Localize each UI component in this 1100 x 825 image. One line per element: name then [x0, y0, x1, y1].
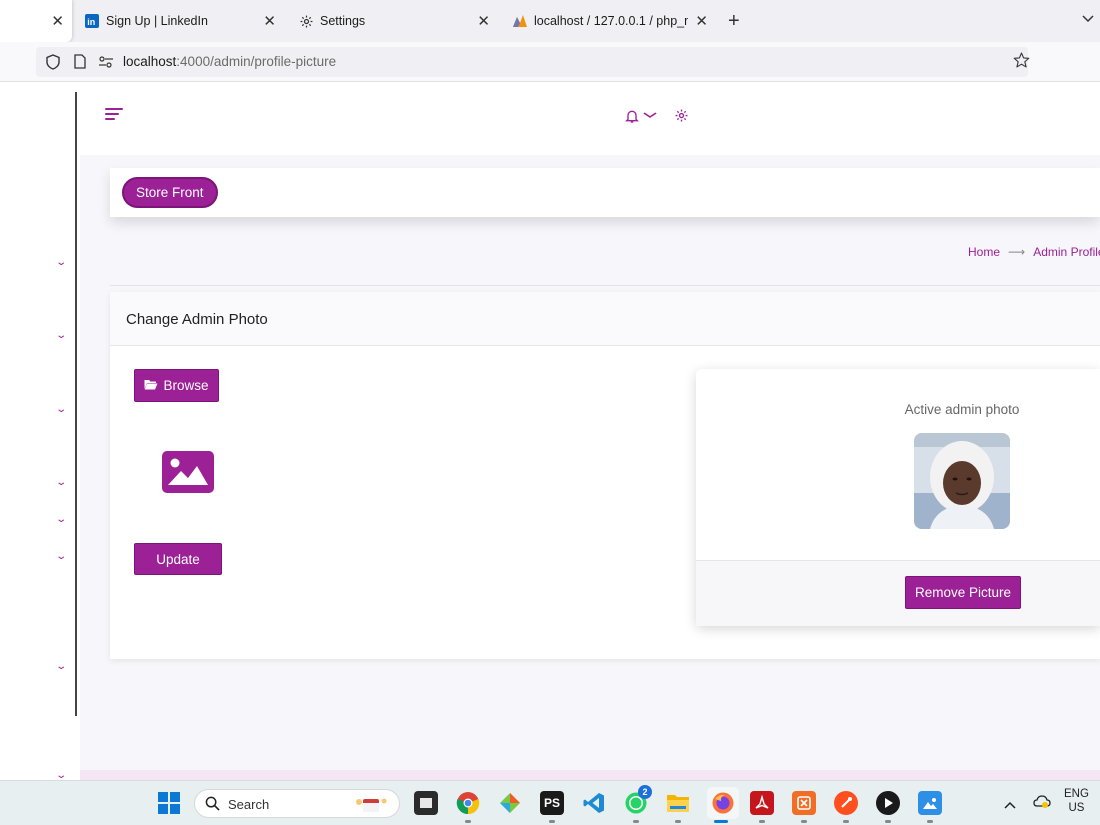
tab-close-icon[interactable]: ✕ — [51, 12, 64, 30]
new-tab-icon[interactable]: + — [728, 10, 740, 33]
file-explorer-icon[interactable] — [666, 791, 690, 815]
active-photo-panel: Active admin photo Remove Picture — [696, 369, 1100, 626]
task-view-icon[interactable] — [414, 791, 438, 815]
store-front-button[interactable]: Store Front — [122, 177, 218, 208]
breadcrumb-current[interactable]: Admin Profile — [1033, 245, 1100, 259]
calendar-widget-icon — [355, 796, 389, 819]
whatsapp-badge: 2 — [638, 785, 652, 799]
url-text[interactable]: localhost:4000/admin/profile-picture — [123, 54, 336, 69]
sidebar-chevron-down-icon[interactable]: ⌄ — [55, 404, 67, 415]
bell-icon[interactable] — [624, 108, 640, 129]
url-bar[interactable]: localhost:4000/admin/profile-picture — [36, 47, 1028, 77]
sidebar-chevron-down-icon[interactable]: ⌄ — [55, 257, 67, 268]
vscode-icon[interactable] — [582, 791, 606, 815]
change-photo-card: Change Admin Photo Browse Update Active … — [110, 292, 1100, 659]
gear-icon — [298, 13, 314, 29]
running-indicator — [549, 820, 555, 823]
browser-tab-bar: ✕ in Sign Up | LinkedIn ✕ Settings ✕ loc… — [0, 0, 1100, 42]
running-indicator — [675, 820, 681, 823]
tab-phpmyadmin[interactable]: localhost / 127.0.0.1 / php_mvc ✕ — [512, 0, 714, 42]
photos-icon[interactable] — [918, 791, 942, 815]
browse-button[interactable]: Browse — [134, 369, 219, 402]
tab-title: Settings — [320, 14, 366, 28]
tab-linkedin[interactable]: in Sign Up | LinkedIn ✕ — [84, 0, 284, 42]
card-title: Change Admin Photo — [126, 311, 268, 328]
divider — [110, 285, 1100, 286]
media-player-icon[interactable] — [876, 791, 900, 815]
phpstorm-icon[interactable]: PS — [540, 791, 564, 815]
browse-button-label: Browse — [163, 378, 209, 393]
region-code: US — [1068, 802, 1085, 814]
taskbar: Search PS 2 ENG US — [0, 780, 1100, 825]
sidebar-chevron-down-icon[interactable]: ⌄ — [55, 330, 67, 341]
search-icon — [205, 796, 220, 816]
tab-close-icon[interactable]: ✕ — [263, 12, 276, 30]
sidebar-chevron-down-icon[interactable]: ⌄ — [55, 477, 67, 488]
tab-settings[interactable]: Settings ✕ — [298, 0, 498, 42]
photo-panel-footer: Remove Picture — [696, 560, 1100, 626]
running-indicator — [843, 820, 849, 823]
sidebar-chevron-down-icon[interactable]: ⌄ — [55, 661, 67, 672]
app-diamond-icon[interactable] — [498, 791, 522, 815]
page-icon[interactable] — [74, 54, 86, 72]
whatsapp-icon[interactable]: 2 — [624, 785, 652, 815]
sidebar-divider — [75, 92, 77, 716]
active-photo-label: Active admin photo — [904, 402, 1020, 417]
svg-text:in: in — [87, 17, 95, 27]
top-header — [80, 82, 1100, 155]
footer-strip — [80, 770, 1100, 780]
language-code: ENG — [1064, 788, 1089, 800]
shield-icon[interactable] — [46, 54, 60, 73]
postman-icon[interactable] — [834, 791, 858, 815]
store-front-bar: Store Front — [110, 168, 1100, 217]
tab-close-icon[interactable]: ✕ — [695, 12, 708, 30]
settings-gear-icon[interactable] — [674, 108, 689, 128]
tab-title: localhost / 127.0.0.1 / php_mvc — [534, 14, 688, 28]
running-indicator — [801, 820, 807, 823]
tab-close-icon[interactable]: ✕ — [477, 12, 490, 30]
browser-nav-bar: localhost:4000/admin/profile-picture — [0, 42, 1100, 82]
weather-icon[interactable] — [1033, 794, 1051, 815]
bookmark-star-icon[interactable] — [1013, 52, 1030, 73]
search-label: Search — [228, 797, 270, 812]
card-header: Change Admin Photo — [110, 292, 1100, 346]
phpmyadmin-icon — [512, 13, 528, 29]
sidebar — [0, 82, 78, 780]
image-placeholder-icon — [162, 451, 214, 498]
breadcrumb-home-link[interactable]: Home — [968, 245, 1000, 259]
remove-picture-button[interactable]: Remove Picture — [905, 576, 1021, 609]
tray-chevron-up-icon[interactable] — [1004, 796, 1016, 814]
url-path: :4000/admin/profile-picture — [176, 54, 337, 69]
firefox-icon[interactable] — [707, 787, 739, 819]
chevron-down-icon[interactable] — [1082, 10, 1094, 26]
breadcrumb: Home ⟶ Admin Profile — [968, 245, 1100, 259]
sidebar-chevron-down-icon[interactable]: ⌄ — [55, 514, 67, 525]
active-app-indicator — [714, 820, 728, 823]
windows-start-icon[interactable] — [158, 792, 180, 819]
acrobat-icon[interactable] — [750, 791, 774, 815]
running-indicator — [885, 820, 891, 823]
running-indicator — [759, 820, 765, 823]
running-indicator — [465, 820, 471, 823]
update-button[interactable]: Update — [134, 543, 222, 575]
permissions-icon[interactable] — [98, 55, 114, 71]
running-indicator — [927, 820, 933, 823]
admin-avatar — [914, 433, 1010, 529]
menu-toggle-icon[interactable] — [105, 108, 123, 122]
tab-title: Sign Up | LinkedIn — [106, 14, 208, 28]
chevron-down-icon[interactable] — [643, 111, 658, 121]
taskbar-search[interactable]: Search — [194, 789, 400, 818]
sidebar-chevron-down-icon[interactable]: ⌄ — [55, 551, 67, 562]
breadcrumb-arrow: ⟶ — [1008, 245, 1026, 259]
xampp-icon[interactable] — [792, 791, 816, 815]
linkedin-icon: in — [84, 13, 100, 29]
url-host: localhost — [123, 54, 177, 69]
language-indicator[interactable]: ENG US — [1064, 787, 1089, 815]
folder-open-icon — [144, 378, 158, 393]
tab-current[interactable]: ✕ — [0, 0, 72, 42]
running-indicator — [633, 820, 639, 823]
chrome-icon[interactable] — [456, 791, 480, 815]
